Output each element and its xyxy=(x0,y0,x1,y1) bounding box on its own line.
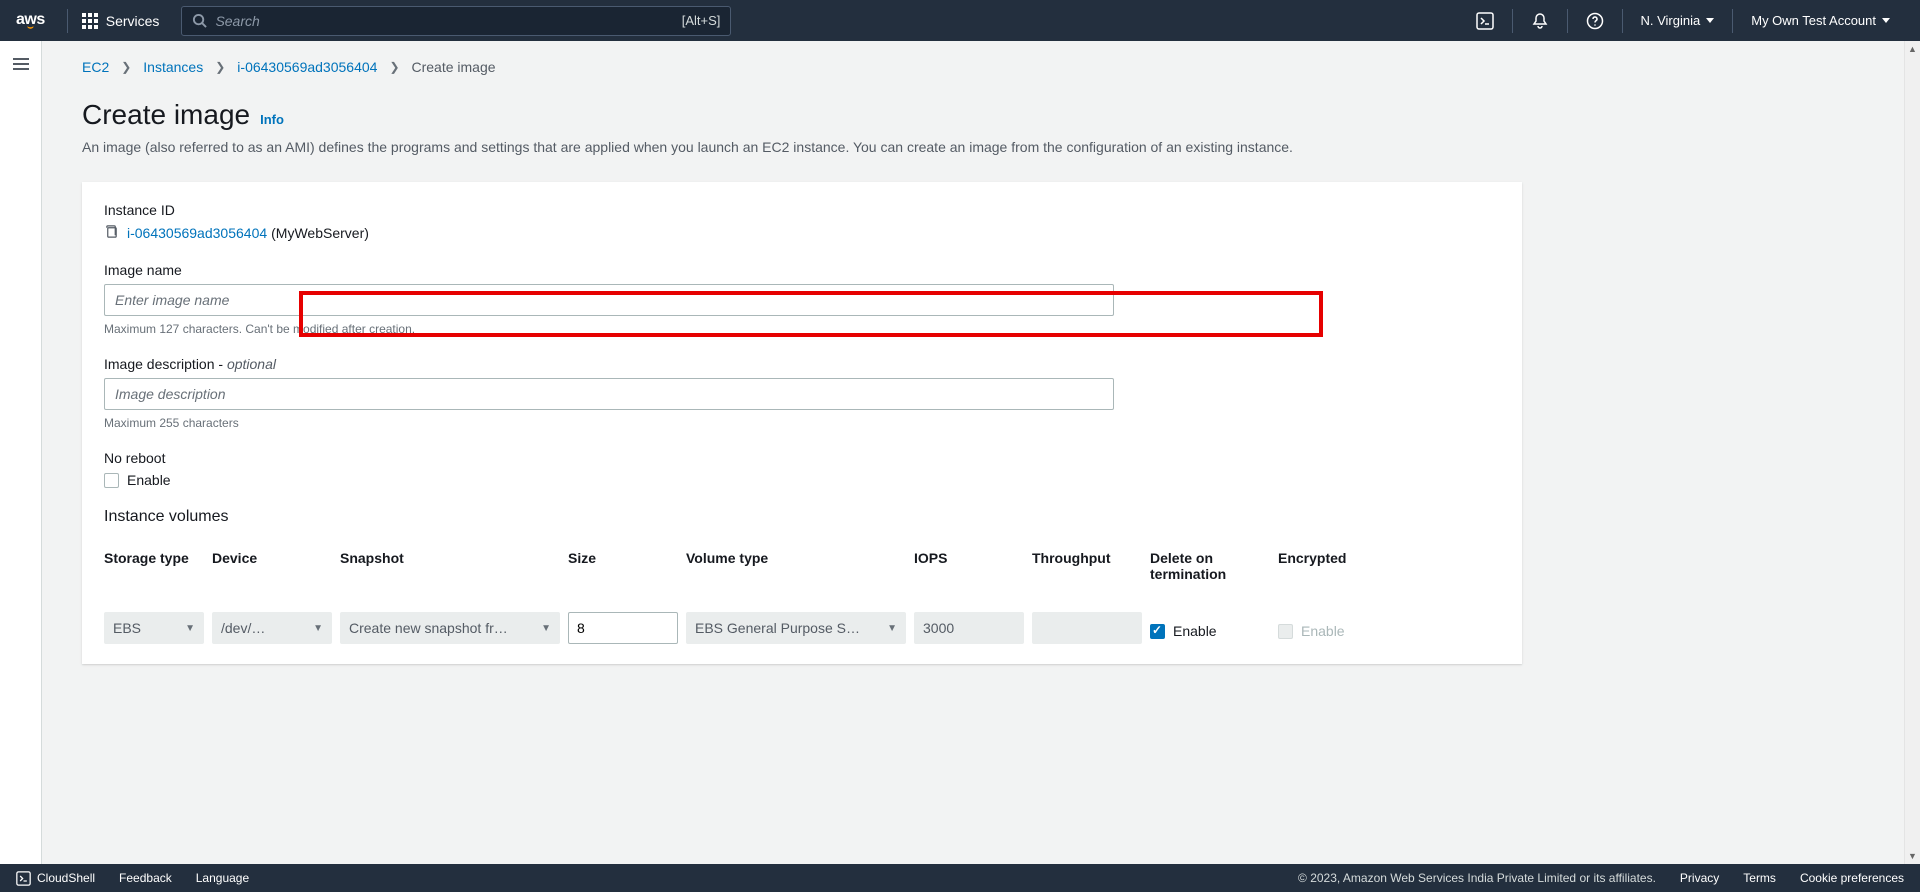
chevron-down-icon: ▼ xyxy=(185,623,195,634)
help-icon xyxy=(1586,12,1604,30)
encrypted-label: Enable xyxy=(1301,623,1345,639)
nav-right: N. Virginia My Own Test Account xyxy=(1462,1,1905,41)
terms-link[interactable]: Terms xyxy=(1743,871,1776,885)
bell-icon xyxy=(1531,12,1549,30)
nav-divider xyxy=(1567,9,1568,33)
nav-divider xyxy=(1732,9,1733,33)
size-input[interactable] xyxy=(568,612,678,644)
breadcrumb: EC2 ❯ Instances ❯ i-06430569ad3056404 ❯ … xyxy=(82,59,1522,75)
account-selector[interactable]: My Own Test Account xyxy=(1737,1,1904,41)
cloudshell-icon xyxy=(1476,12,1494,30)
col-size: Size xyxy=(568,550,678,582)
throughput-value xyxy=(1032,612,1142,644)
create-image-panel: Instance ID i-06430569ad3056404 (MyWebSe… xyxy=(82,182,1522,664)
scroll-up-icon[interactable]: ▲ xyxy=(1905,41,1920,57)
chevron-right-icon: ❯ xyxy=(389,60,399,74)
col-device: Device xyxy=(212,550,332,582)
feedback-link[interactable]: Feedback xyxy=(119,871,172,885)
chevron-down-icon: ▼ xyxy=(313,623,323,634)
region-selector[interactable]: N. Virginia xyxy=(1627,1,1729,41)
col-volume-type: Volume type xyxy=(686,550,906,582)
account-label: My Own Test Account xyxy=(1751,13,1876,28)
delete-on-termination-checkbox[interactable] xyxy=(1150,624,1165,639)
cloudshell-button[interactable]: CloudShell xyxy=(16,871,95,886)
scroll-down-icon[interactable]: ▼ xyxy=(1905,848,1920,864)
image-name-hint: Maximum 127 characters. Can't be modifie… xyxy=(104,322,1500,336)
notifications-button[interactable] xyxy=(1517,1,1563,41)
copy-icon[interactable] xyxy=(104,224,119,242)
col-iops: IOPS xyxy=(914,550,1024,582)
no-reboot-enable-label: Enable xyxy=(127,472,171,488)
scrollbar[interactable]: ▲ ▼ xyxy=(1904,41,1920,864)
breadcrumb-ec2[interactable]: EC2 xyxy=(82,59,109,75)
region-label: N. Virginia xyxy=(1641,13,1701,28)
snapshot-select[interactable]: Create new snapshot fr…▼ xyxy=(340,612,560,644)
col-encrypted: Encrypted xyxy=(1278,550,1378,582)
volumes-table: Storage type Device Snapshot Size Volume… xyxy=(104,550,1500,644)
nav-divider xyxy=(1512,9,1513,33)
nav-divider xyxy=(1622,9,1623,33)
aws-logo[interactable]: aws ⌣ xyxy=(16,11,45,30)
instance-volumes-header: Instance volumes xyxy=(104,508,1500,526)
image-description-input[interactable] xyxy=(104,378,1114,410)
breadcrumb-instances[interactable]: Instances xyxy=(143,59,203,75)
nav-divider xyxy=(67,9,68,33)
storage-type-select[interactable]: EBS▼ xyxy=(104,612,204,644)
encrypted-checkbox xyxy=(1278,624,1293,639)
services-grid-icon xyxy=(82,13,98,29)
privacy-link[interactable]: Privacy xyxy=(1680,871,1719,885)
cloudshell-icon-button[interactable] xyxy=(1462,1,1508,41)
cloudshell-label: CloudShell xyxy=(37,871,95,885)
cloudshell-icon xyxy=(16,871,31,886)
image-name-label: Image name xyxy=(104,262,1500,278)
chevron-right-icon: ❯ xyxy=(215,60,225,74)
language-link[interactable]: Language xyxy=(196,871,249,885)
help-button[interactable] xyxy=(1572,1,1618,41)
cookie-preferences-link[interactable]: Cookie preferences xyxy=(1800,871,1904,885)
col-throughput: Throughput xyxy=(1032,550,1142,582)
no-reboot-checkbox[interactable] xyxy=(104,473,119,488)
caret-down-icon xyxy=(1882,18,1890,23)
no-reboot-label: No reboot xyxy=(104,450,1500,466)
breadcrumb-current: Create image xyxy=(412,59,496,75)
image-name-input[interactable] xyxy=(104,284,1114,316)
chevron-down-icon: ▼ xyxy=(541,623,551,634)
left-rail xyxy=(0,41,42,864)
search-hint: [Alt+S] xyxy=(682,13,721,28)
services-menu-button[interactable]: Services xyxy=(72,13,170,29)
instance-id-label: Instance ID xyxy=(104,202,1500,218)
device-select[interactable]: /dev/…▼ xyxy=(212,612,332,644)
col-storage-type: Storage type xyxy=(104,550,204,582)
hamburger-menu-button[interactable] xyxy=(13,55,29,864)
search-input[interactable]: Search [Alt+S] xyxy=(181,6,731,36)
col-delete-on-termination: Delete on termination xyxy=(1150,550,1270,582)
caret-down-icon xyxy=(1706,18,1714,23)
delete-on-termination-label: Enable xyxy=(1173,623,1217,639)
copyright-text: © 2023, Amazon Web Services India Privat… xyxy=(1298,871,1656,885)
breadcrumb-instance-id[interactable]: i-06430569ad3056404 xyxy=(237,59,377,75)
instance-name-suffix: (MyWebServer) xyxy=(271,225,369,241)
volume-row: EBS▼ /dev/…▼ Create new snapshot fr…▼ EB… xyxy=(104,612,1500,644)
main-content: EC2 ❯ Instances ❯ i-06430569ad3056404 ❯ … xyxy=(42,41,1920,864)
top-nav: aws ⌣ Services Search [Alt+S] N. Virgini… xyxy=(0,0,1920,41)
col-snapshot: Snapshot xyxy=(340,550,560,582)
chevron-down-icon: ▼ xyxy=(887,623,897,634)
image-description-label: Image description - optional xyxy=(104,356,1500,372)
footer: CloudShell Feedback Language © 2023, Ama… xyxy=(0,864,1920,892)
page-title: Create image xyxy=(82,99,250,131)
page-description: An image (also referred to as an AMI) de… xyxy=(82,137,1522,158)
volume-type-select[interactable]: EBS General Purpose S…▼ xyxy=(686,612,906,644)
info-link[interactable]: Info xyxy=(260,112,284,127)
search-placeholder: Search xyxy=(215,13,259,29)
instance-id-link[interactable]: i-06430569ad3056404 xyxy=(127,225,267,241)
chevron-right-icon: ❯ xyxy=(121,60,131,74)
iops-value: 3000 xyxy=(914,612,1024,644)
search-icon xyxy=(192,13,207,28)
image-description-hint: Maximum 255 characters xyxy=(104,416,1500,430)
services-label: Services xyxy=(106,13,160,29)
